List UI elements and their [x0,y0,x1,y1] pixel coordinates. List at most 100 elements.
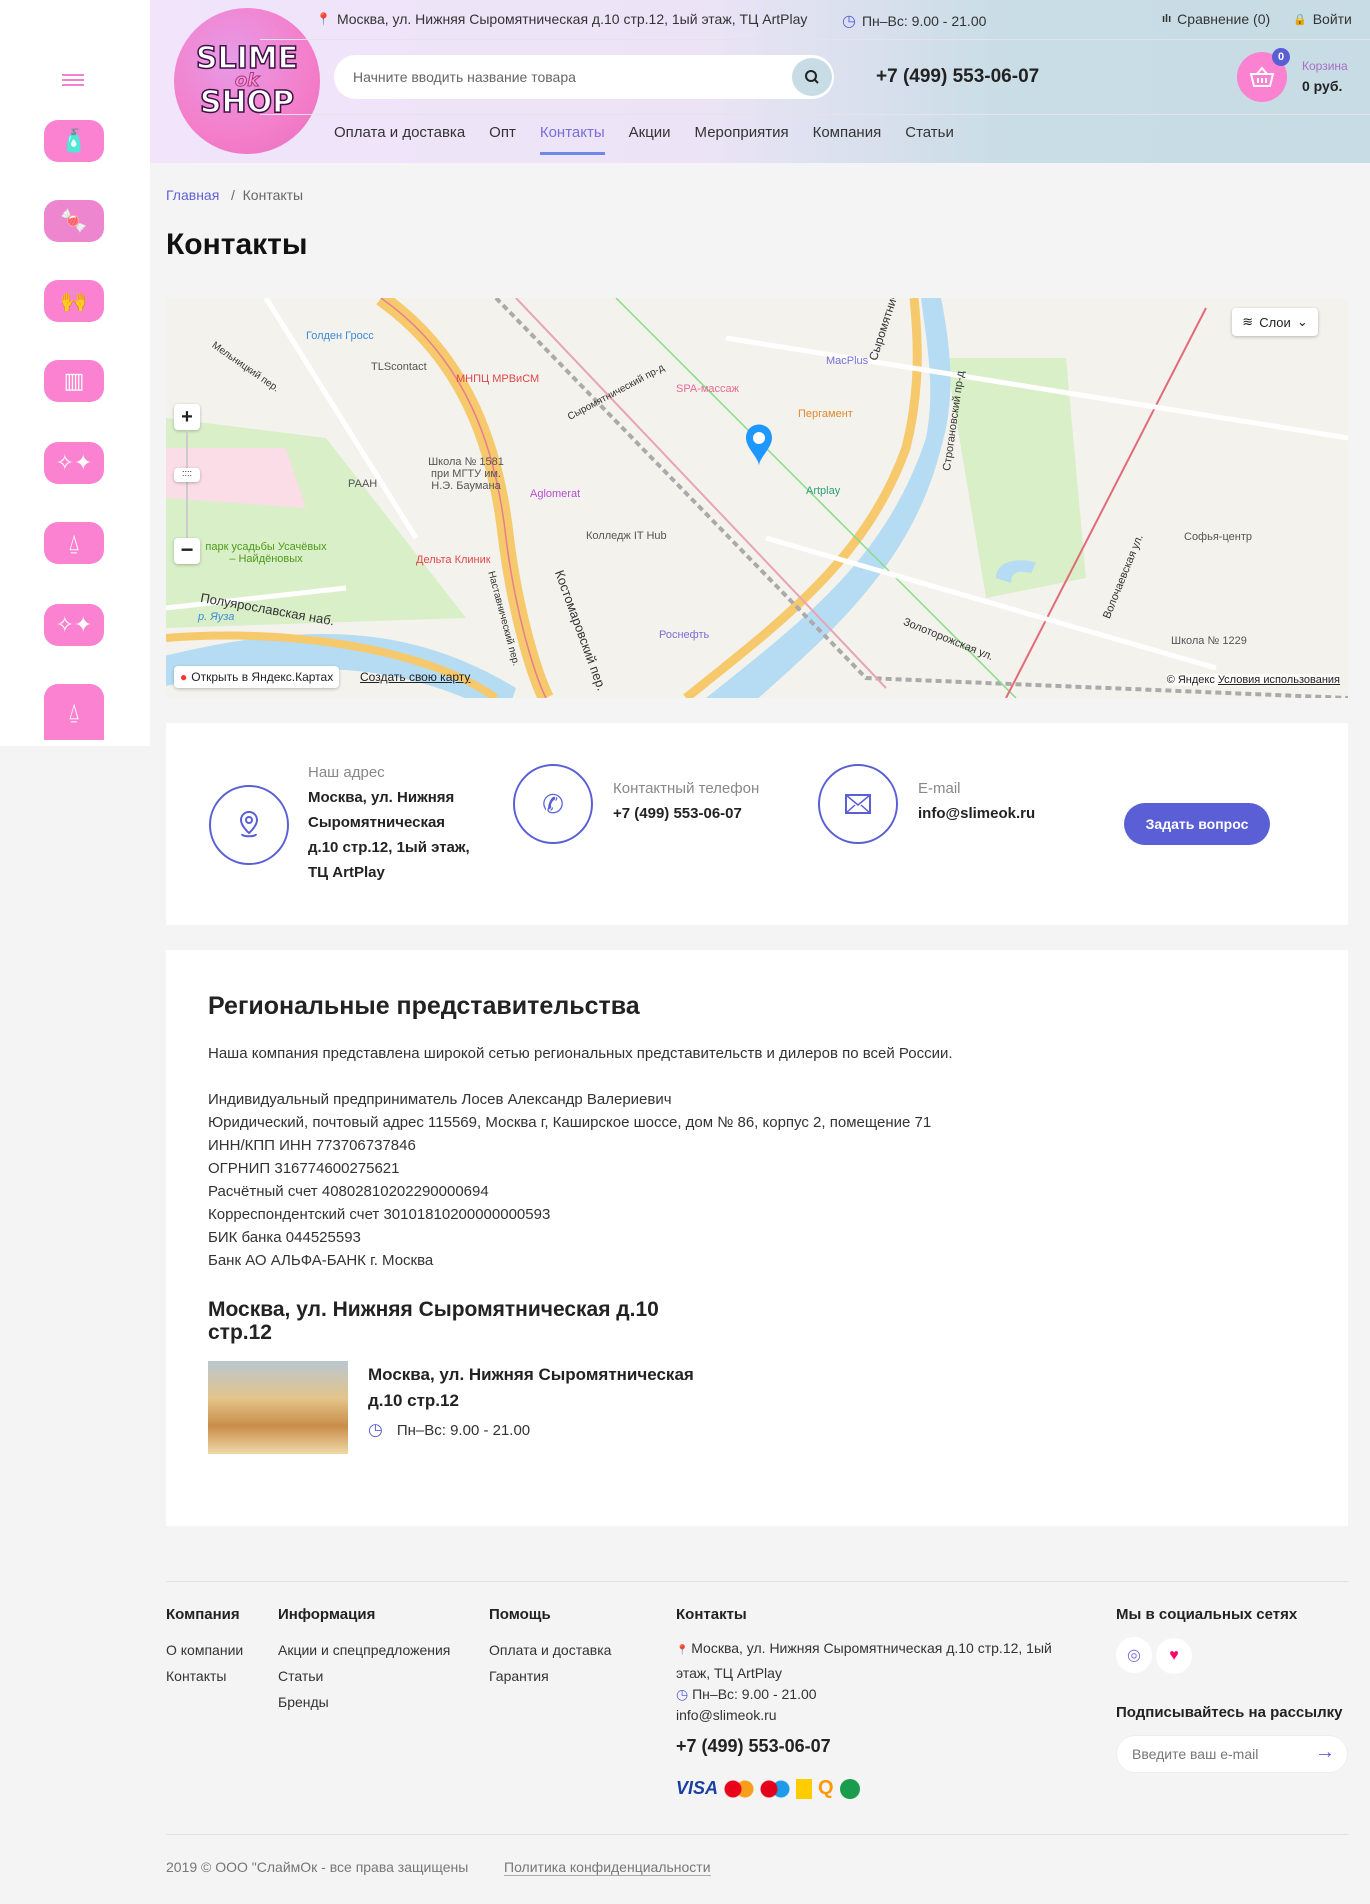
footer-social: Мы в социальных сетях ◎ ♥ Подписывайтесь … [1116,1606,1348,1773]
menu-icon[interactable] [62,74,84,86]
map-label: Пергамент [798,408,853,420]
dripping-slime-icon: ▥ [63,368,85,393]
footer-link-delivery[interactable]: Оплата и доставка [489,1637,611,1663]
footer-divider [166,1834,1348,1835]
footer-link-promotions[interactable]: Акции и спецпредложения [278,1637,450,1663]
hands-slime-icon: 🙌 [60,288,88,313]
nav-contacts[interactable]: Контакты [539,124,605,155]
footer-link-articles[interactable]: Статьи [278,1663,450,1689]
map-copyright: © Яндекс Условия использования [1166,674,1340,686]
clock-icon: ◷ [368,1420,383,1439]
map-label: Школа № 1581 при МГТУ им. Н.Э. Баумана [428,456,504,492]
terms-link[interactable]: Условия использования [1218,674,1340,686]
zoom-slider-handle[interactable]: :::: [174,468,200,482]
map-label: парк усадьбы Усачёвых – Найдёновых [205,541,327,565]
privacy-policy-link[interactable]: Политика конфиденциальности [504,1859,711,1876]
open-in-yandex-maps[interactable]: ● Открыть в Яндекс.Картах [174,666,340,688]
nav-wholesale[interactable]: Опт [489,124,516,155]
map-label: TLScontact [371,361,427,373]
map-label: Роснефть [659,629,710,641]
category-glue-bottle[interactable]: 🧴 [44,120,104,162]
footer-info: Информация Акции и спецпредложения Стать… [278,1606,450,1715]
zoom-slider-track[interactable] [186,430,188,538]
map-label: Голден Гросс [306,330,374,342]
compare-label: Сравнение (0) [1177,11,1271,27]
maestro-icon [760,1779,791,1798]
footer-company: Компания О компании Контакты [166,1606,243,1689]
clock-icon: ◷ [676,1686,693,1702]
basket-icon [1249,66,1275,87]
map-label: р. Яуза [198,611,235,623]
candies-icon: 🍬 [60,208,88,233]
nav-promotions[interactable]: Акции [629,124,671,155]
footer-link-contacts[interactable]: Контакты [166,1663,243,1689]
category-hands-slime[interactable]: 🙌 [44,280,104,322]
search-input[interactable]: Начните вводить название товара [353,69,576,85]
zoom-in-button[interactable]: + [174,404,200,430]
store-name[interactable]: Москва, ул. Нижняя Сыромятническая д.10 … [368,1362,728,1414]
category-sparkles[interactable]: ✧✦ [44,442,104,484]
legal-line: Индивидуальный предприниматель Лосев Але… [208,1091,672,1108]
logo[interactable]: SLIME ok SHOP [174,8,320,154]
footer-phone[interactable]: +7 (499) 553-06-07 [676,1736,1076,1757]
vk-heart-icon[interactable]: ♥ [1156,1638,1192,1674]
search-button[interactable] [792,58,832,96]
map-label: МНПЦ МРВиСМ [456,373,540,385]
footer-link-about[interactable]: О компании [166,1637,243,1663]
arrow-right-icon[interactable]: → [1315,1741,1335,1764]
footer-heading: Контакты [676,1606,747,1623]
category-dripping-slime[interactable]: ▥ [44,360,104,402]
breadcrumb-home[interactable]: Главная [166,187,219,203]
search-box[interactable]: Начните вводить название товара [334,55,834,99]
chevron-down-icon: ⌄ [1296,314,1308,329]
qiwi-icon: Q [818,1777,834,1799]
email-value[interactable]: info@slimeok.ru [918,801,1035,826]
subscribe-email-input[interactable]: Введите ваш e-mail [1132,1746,1258,1762]
category-candies[interactable]: 🍬 [44,200,104,242]
layers-button[interactable]: ≋ Слои ⌄ [1232,308,1318,336]
create-map-link[interactable]: Создать свою карту [360,670,470,684]
nav-articles[interactable]: Статьи [905,124,954,155]
slime-bottle-icon: ⍙ [67,530,81,555]
cart-count-badge: 0 [1272,48,1290,66]
footer-heading: Помощь [489,1606,551,1623]
header-hours: ◷ Пн–Вс: 9.00 - 21.00 [842,11,986,31]
store-heading: Москва, ул. Нижняя Сыромятническая д.10 … [208,1298,659,1344]
lock-icon: 🔒 [1293,13,1307,26]
legal-line: Расчётный счет 40802810202290000694 [208,1183,489,1200]
ask-question-button[interactable]: Задать вопрос [1124,803,1270,845]
bar-chart-icon: ılı [1162,13,1172,25]
hours-text: Пн–Вс: 9.00 - 21.00 [861,13,987,29]
category-slime-bottle[interactable]: ⍙ [44,522,104,564]
mastercard-icon [724,1779,755,1798]
sberbank-icon [839,1778,860,1799]
footer-link-warranty[interactable]: Гарантия [489,1663,611,1689]
header-phone[interactable]: +7 (499) 553-06-07 [876,66,1039,88]
store-photo[interactable] [208,1361,348,1454]
footer-address-text: Москва, ул. Нижняя Сыромятническая д.10 … [676,1640,1052,1681]
nav-events[interactable]: Мероприятия [695,124,789,155]
subscribe-form: Введите ваш e-mail → [1116,1735,1348,1773]
sparkles-icon: ✧✦ [55,450,93,475]
category-slime-bottle-2[interactable]: ⍙ [44,684,104,740]
nav-company[interactable]: Компания [813,124,882,155]
phone-value[interactable]: +7 (499) 553-06-07 [613,801,742,826]
yandex-map[interactable]: Голден Гросс TLScontact МНПЦ МРВиСМ SPA-… [166,298,1348,698]
map-label: Aglomerat [530,488,581,500]
category-sparkles-2[interactable]: ✧✦ [44,604,104,646]
footer-divider [166,1581,1348,1582]
zoom-out-button[interactable]: − [174,538,200,564]
address-icon-circle [209,785,289,865]
map-label: SPA-массаж [676,383,740,395]
layers-icon: ≋ [1242,314,1254,329]
footer-email[interactable]: info@slimeok.ru [676,1704,1076,1726]
footer-link-brands[interactable]: Бренды [278,1689,450,1715]
login-link[interactable]: 🔒 Войти [1293,11,1352,27]
footer-help: Помощь Оплата и доставка Гарантия [489,1606,611,1689]
compare-link[interactable]: ılı Сравнение (0) [1162,11,1270,27]
header-address: 📍 Москва, ул. Нижняя Сыромятническая д.1… [316,11,807,27]
map-pin-icon: 📍 [316,12,331,26]
nav-payment-delivery[interactable]: Оплата и доставка [334,124,465,155]
glue-bottle-icon: 🧴 [60,128,88,153]
instagram-icon[interactable]: ◎ [1116,1637,1152,1673]
